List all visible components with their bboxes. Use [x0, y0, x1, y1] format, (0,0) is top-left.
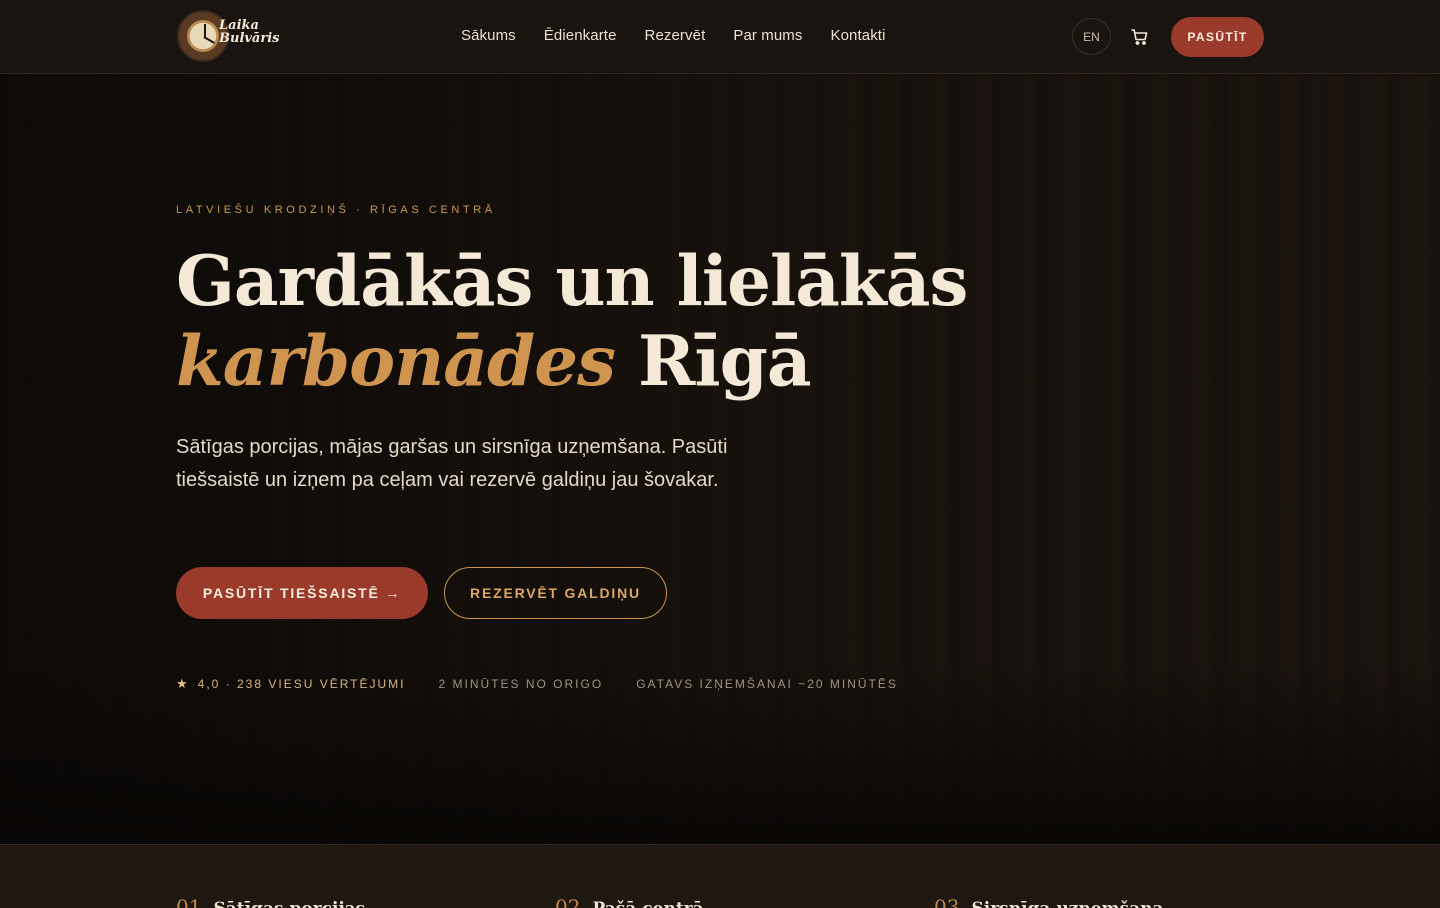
nav-item-kontakti[interactable]: Kontakti — [831, 27, 886, 44]
distance-stat: 2 MINŪTES NO ORIGO — [438, 677, 604, 691]
feature-name: Sirsnīga uzņemšana — [971, 899, 1163, 908]
cart-button[interactable] — [1130, 27, 1150, 47]
feature-number: 03 — [934, 895, 960, 908]
feature-number: 02 — [555, 895, 581, 908]
pickup-stat: GATAVS IZŅEMŠANAI ~20 MINŪTĒS — [636, 677, 898, 691]
cart-icon — [1131, 29, 1148, 45]
logo-text: Laika Bulvāris — [219, 19, 279, 45]
feature-item: 01 Sātīgas porcijas — [176, 895, 365, 908]
order-button[interactable]: PASŪTĪT — [1171, 17, 1264, 57]
site-header: Laika Bulvāris Sākums Ēdienkarte Rezervē… — [0, 0, 1440, 74]
order-online-button[interactable]: PASŪTĪT TIEŠSAISTĒ → — [176, 567, 428, 619]
nav-item-par-mums[interactable]: Par mums — [733, 27, 802, 44]
hero-eyebrow: LATVIEŠU KRODZIŅŠ · RĪGAS CENTRĀ — [176, 204, 496, 216]
nav-item-sakums[interactable]: Sākums — [461, 27, 516, 44]
logo[interactable]: Laika Bulvāris — [177, 9, 279, 63]
feature-item: 02 Pašā centrā — [555, 895, 704, 908]
hero-stats: ★ 4,0 · 238 VIESU VĒRTĒJUMI 2 MINŪTES NO… — [176, 676, 931, 692]
hero-title-rest: Rīgā — [615, 321, 812, 402]
logo-line-2: Bulvāris — [219, 31, 280, 46]
hero-title: Gardākās un lielākās karbonādes Rīgā — [176, 242, 976, 402]
nav-item-rezervet[interactable]: Rezervēt — [645, 27, 706, 44]
hero-title-accent: karbonādes — [176, 321, 616, 402]
hero-title-line1: Gardākās un lielākās — [176, 241, 968, 322]
hero-section: LATVIEŠU KRODZIŅŠ · RĪGAS CENTRĀ Gardākā… — [0, 74, 1440, 844]
language-switch-button[interactable]: EN — [1072, 18, 1111, 55]
reserve-table-button[interactable]: REZERVĒT GALDIŅU — [444, 567, 667, 619]
feature-name: Sātīgas porcijas — [213, 899, 365, 908]
rating-text: 4,0 · 238 VIESU VĒRTĒJUMI — [197, 677, 406, 691]
feature-number: 01 — [176, 895, 202, 908]
main-nav: Sākums Ēdienkarte Rezervēt Par mums Kont… — [461, 27, 914, 44]
star-icon: ★ — [176, 676, 190, 691]
features-strip: 01 Sātīgas porcijas 02 Pašā centrā 03 Si… — [0, 844, 1440, 908]
feature-item: 03 Sirsnīga uzņemšana — [934, 895, 1164, 908]
nav-item-edienkarte[interactable]: Ēdienkarte — [544, 27, 617, 44]
hero-lead: Sātīgas porcijas, mājas garšas un sirsnī… — [176, 436, 728, 491]
feature-name: Pašā centrā — [592, 899, 703, 908]
rating-stat: ★ 4,0 · 238 VIESU VĒRTĒJUMI — [176, 676, 406, 692]
